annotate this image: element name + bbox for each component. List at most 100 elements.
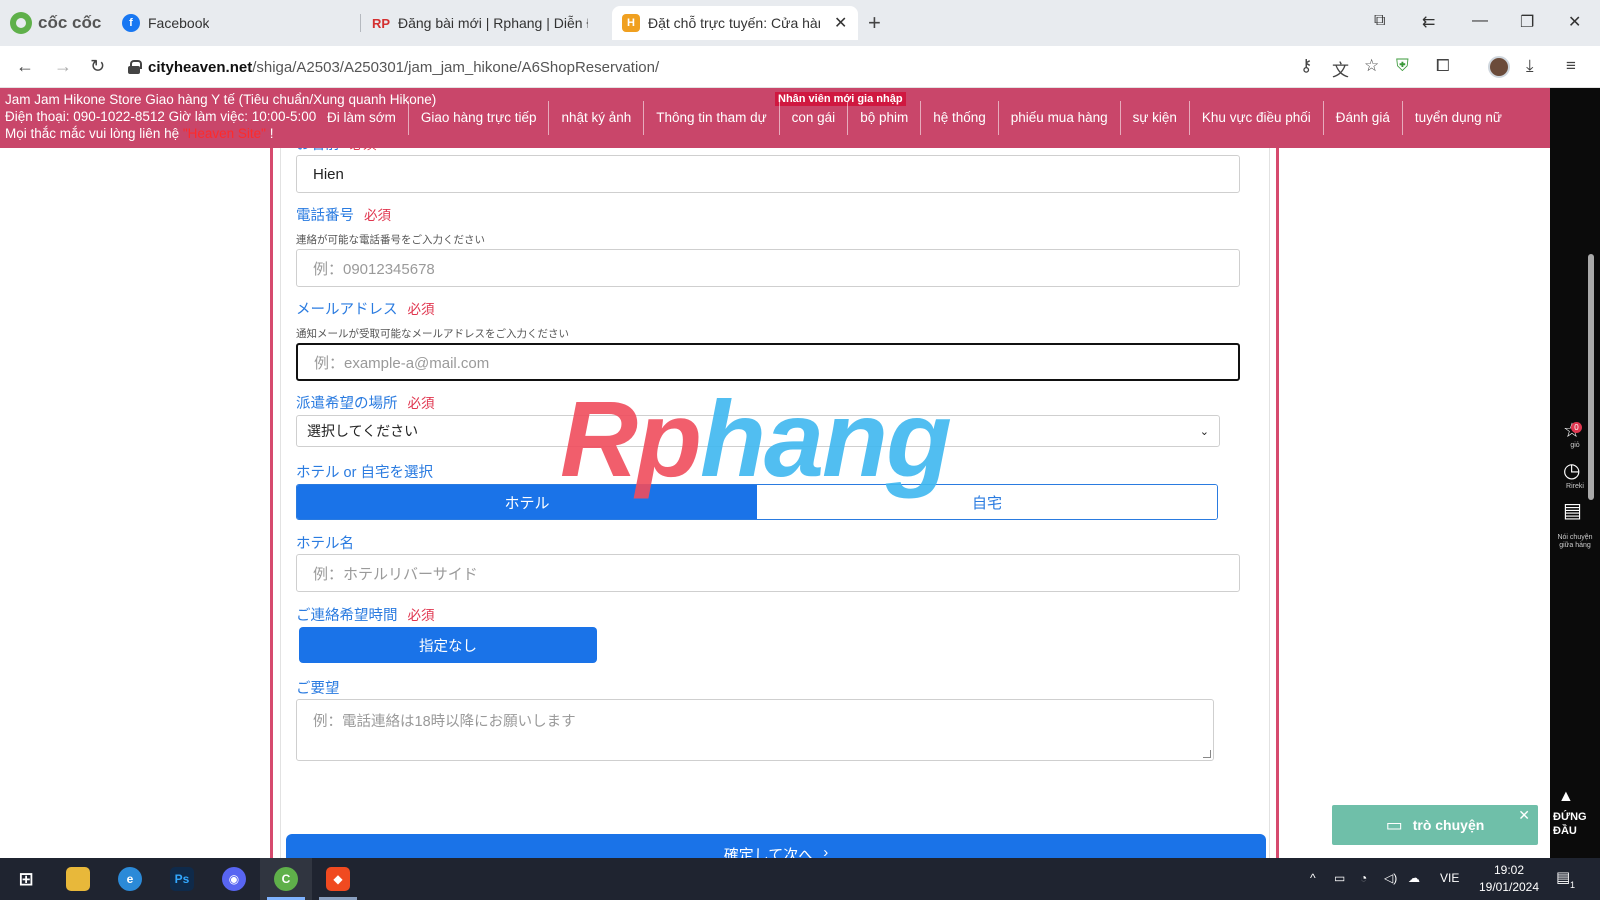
onedrive-icon[interactable]: ☁	[1408, 871, 1420, 885]
tab-title: Facebook	[148, 15, 210, 31]
back-button[interactable]: ←	[16, 56, 34, 77]
brand-name: cốc cốc	[38, 13, 102, 32]
windows-start-icon[interactable]: ⊞	[14, 867, 38, 891]
extensions-icon[interactable]: ⧠	[1436, 56, 1450, 76]
reload-button[interactable]: ↻	[90, 56, 105, 77]
place-select[interactable]: 選択してください ⌄	[296, 415, 1220, 447]
close-window-button[interactable]: ✕	[1568, 12, 1581, 32]
nav-item[interactable]: bộ phim	[848, 101, 922, 135]
scrollbar-thumb[interactable]	[1588, 254, 1594, 500]
language-indicator[interactable]: VIE	[1440, 871, 1459, 885]
tab-facebook[interactable]: f Facebook	[112, 6, 352, 40]
nav-item[interactable]: sự kiện	[1121, 101, 1190, 135]
heaven-site-link[interactable]: "Heaven Site"	[183, 126, 266, 141]
hotel-option[interactable]: ホテル	[297, 485, 757, 519]
nav-item[interactable]: con gái	[780, 101, 849, 135]
edge-icon[interactable]: e	[118, 867, 142, 891]
clock-date: 19/01/2024	[1478, 880, 1540, 894]
tab-title: Đặt chỗ trực tuyến: Cửa hàng	[648, 15, 820, 31]
restore-button[interactable]: ❐	[1520, 12, 1534, 32]
nav-item[interactable]: Đánh giá	[1324, 101, 1403, 135]
discord-icon[interactable]: ◉	[222, 867, 246, 891]
brave-icon[interactable]: ◆	[326, 867, 350, 891]
required-mark: 必須	[407, 608, 435, 623]
battery-icon[interactable]: ▭	[1334, 871, 1345, 885]
confirm-next-button[interactable]: 確定して次へ ›	[286, 834, 1266, 858]
chat-widget-button[interactable]: ▭ trò chuyện ✕	[1332, 805, 1538, 845]
url-host: cityheaven.net	[148, 58, 253, 76]
name-input[interactable]: Hien	[296, 155, 1240, 193]
store-header-bar: Jam Jam Hikone Store Giao hàng Y tế (Tiê…	[0, 88, 1550, 148]
contact-time-button[interactable]: 指定なし	[299, 627, 597, 663]
resize-handle-icon[interactable]	[1203, 750, 1211, 758]
tray-expand-icon[interactable]: ^	[1310, 871, 1316, 885]
tab-rphang[interactable]: RP Đăng bài mới | Rphang | Diễn Đàn	[362, 6, 598, 40]
tab-close-icon[interactable]: ✕	[834, 13, 847, 33]
contact-time-label: ご連絡希望時間 必須	[296, 608, 435, 624]
screen-capture-icon[interactable]: ⧉	[1374, 12, 1385, 30]
url-bar[interactable]: cityheaven.net/shiga/A2503/A250301/jam_j…	[128, 52, 1308, 82]
wifi-icon[interactable]: ◔	[1360, 871, 1367, 885]
nav-item[interactable]: tuyển dụng nữ	[1403, 101, 1514, 135]
nav-item[interactable]: Khu vực điều phối	[1190, 101, 1324, 135]
required-mark: 必須	[364, 208, 391, 223]
download-icon[interactable]: ⤓	[1526, 56, 1534, 76]
facebook-icon: f	[122, 14, 140, 32]
request-label: ご要望	[296, 681, 340, 697]
translate-icon[interactable]: 文	[1332, 56, 1349, 81]
email-input[interactable]: 例：example-a@mail.com	[296, 343, 1240, 381]
nav-item[interactable]: Đi làm sớm	[315, 101, 409, 135]
store-nav: Đi làm sớm Giao hàng trực tiếp nhật ký ả…	[315, 101, 1514, 135]
back-to-top-label[interactable]: ĐỨNG ĐẦU	[1551, 810, 1599, 838]
chevron-down-icon: ⌄	[1199, 425, 1209, 438]
coccoc-logo-icon	[10, 12, 32, 34]
volume-icon[interactable]: ◁)	[1384, 871, 1397, 885]
key-icon[interactable]: ⚷	[1300, 56, 1312, 76]
required-mark: 必須	[407, 396, 435, 411]
menu-icon[interactable]: ≡	[1566, 56, 1576, 76]
hotel-name-label: ホテル名	[296, 536, 354, 552]
forward-button[interactable]: →	[54, 56, 72, 77]
phone-hint: 連絡が可能な電話番号をご入力ください	[296, 234, 485, 246]
tab-reservation[interactable]: H Đặt chỗ trực tuyến: Cửa hàng ✕	[612, 6, 858, 40]
address-toolbar: ← → ↻ cityheaven.net/shiga/A2503/A250301…	[0, 46, 1600, 88]
browser-brand[interactable]: cốc cốc	[10, 10, 101, 36]
email-label: メールアドレス 必須	[296, 302, 435, 318]
hotel-name-input[interactable]: 例：ホテルリバーサイド	[296, 554, 1240, 592]
lock-icon[interactable]	[128, 60, 142, 74]
bookmark-star-icon[interactable]: ☆	[1364, 56, 1379, 76]
minimize-button[interactable]: —	[1472, 12, 1488, 30]
tab-title: Đăng bài mới | Rphang | Diễn Đàn	[398, 15, 588, 31]
photoshop-icon[interactable]: Ps	[170, 867, 194, 891]
shield-icon[interactable]: ⛨	[1396, 56, 1409, 76]
system-clock[interactable]: 19:02 19/01/2024	[1474, 862, 1544, 896]
scroll-top-arrow-icon[interactable]: ▲	[1558, 788, 1574, 806]
windows-taskbar: ⊞ e Ps ◉ C ◆ ^ ▭ ◔ ◁) ☁ VIE 19:02 19/01/…	[0, 858, 1600, 900]
chat-widget-close-icon[interactable]: ✕	[1518, 807, 1530, 824]
clock-time: 19:02	[1493, 863, 1525, 877]
history-clock-icon[interactable]: ◷	[1563, 458, 1580, 483]
phone-label: 電話番号 必須	[296, 208, 391, 224]
nav-item[interactable]: Thông tin tham dự	[644, 101, 780, 135]
chat-bubble-icon[interactable]: ▤	[1563, 498, 1582, 523]
nav-item[interactable]: Giao hàng trực tiếp	[409, 101, 550, 135]
nav-item[interactable]: nhật ký ảnh	[549, 101, 645, 135]
file-explorer-icon[interactable]	[66, 867, 90, 891]
notification-icon[interactable]: ▤	[1556, 868, 1570, 886]
rphang-icon: RP	[371, 15, 391, 31]
phone-input[interactable]: 例：09012345678	[296, 249, 1240, 287]
chat-widget-label: trò chuyện	[1412, 817, 1485, 833]
content-border-left	[270, 88, 273, 858]
place-selected-value: 選択してください	[307, 423, 419, 439]
request-placeholder: 例：電話連絡は18時以降にお願いします	[313, 714, 576, 730]
new-tab-button[interactable]: +	[868, 10, 881, 36]
nav-item[interactable]: phiếu mua hàng	[999, 101, 1121, 135]
nav-item[interactable]: hệ thống	[921, 101, 999, 135]
tab-search-icon[interactable]: ⇇	[1422, 12, 1435, 32]
request-textarea[interactable]: 例：電話連絡は18時以降にお願いします	[296, 699, 1214, 761]
content-border-right	[1276, 88, 1279, 858]
profile-avatar[interactable]	[1488, 56, 1510, 78]
coccoc-taskbar-icon[interactable]: C	[274, 867, 298, 891]
home-option[interactable]: 自宅	[757, 485, 1217, 519]
web-page: Jam Jam Hikone Store Giao hàng Y tế (Tiê…	[0, 88, 1550, 858]
